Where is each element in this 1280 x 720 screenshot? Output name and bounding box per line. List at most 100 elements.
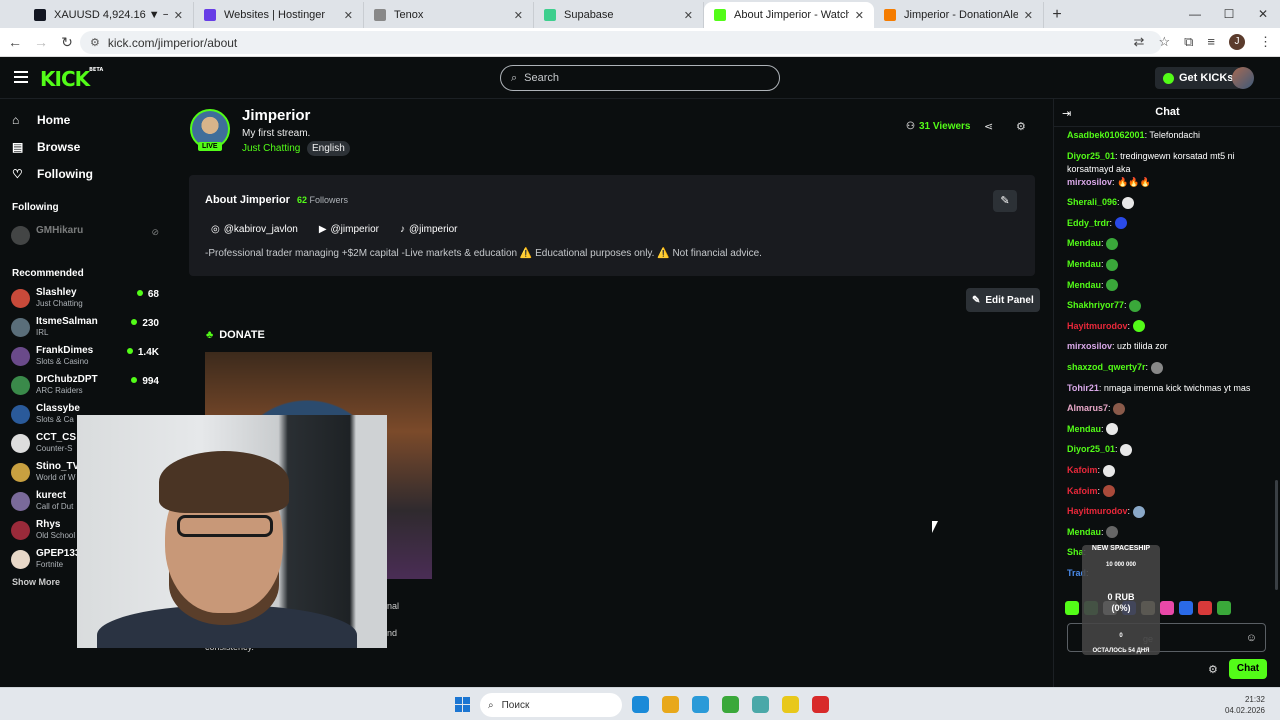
following-channel[interactable]: GMHikaru ⊘ — [0, 221, 172, 250]
taskbar-search[interactable]: ⌕ Поиск — [480, 693, 622, 717]
chat-username[interactable]: Mendau — [1067, 424, 1101, 434]
menu-dots-icon[interactable]: ⋮ — [1259, 34, 1272, 50]
chat-username[interactable]: shaxzod_qwerty7r — [1067, 362, 1146, 372]
get-kicks-button[interactable]: Get KICKs — [1155, 67, 1242, 89]
chat-username[interactable]: Eddy_trdr — [1067, 218, 1110, 228]
browser-tab[interactable]: XAUUSD 4,924.16 ▼ −0.43% U ✕ — [24, 2, 194, 28]
recommended-channel[interactable]: FrankDimes Slots & Casino 1.4K — [0, 342, 172, 371]
menu-hamburger-icon[interactable] — [14, 71, 28, 83]
close-tab-icon[interactable]: ✕ — [1024, 9, 1033, 22]
close-tab-icon[interactable]: ✕ — [684, 9, 693, 22]
edge-icon[interactable] — [632, 696, 649, 713]
chat-username[interactable]: mirxosilov — [1067, 177, 1112, 187]
tiktok-icon: ♪ — [400, 224, 406, 235]
edit-about-button[interactable]: ✎ — [993, 190, 1017, 212]
windows-start-icon[interactable] — [455, 697, 470, 712]
address-bar[interactable]: ⚙ kick.com/jimperior/about — [80, 31, 1162, 54]
close-window-icon[interactable]: ✕ — [1246, 0, 1280, 28]
social-link[interactable]: ◎ @kabirov_javlon — [211, 224, 298, 235]
search-input[interactable]: ⌕ Search — [500, 65, 780, 91]
emote-icon[interactable] — [1217, 601, 1231, 615]
channel-avatar — [11, 347, 30, 366]
user-avatar[interactable] — [1232, 67, 1254, 89]
close-tab-icon[interactable]: ✕ — [514, 9, 523, 22]
send-chat-button[interactable]: Chat — [1229, 659, 1267, 679]
taskbar-clock[interactable]: 21:32 04.02.2026 — [1225, 694, 1265, 716]
recommended-channel[interactable]: ItsmeSalman IRL 230 — [0, 313, 172, 342]
bookmark-star-icon[interactable]: ☆ — [1158, 34, 1170, 50]
profile-avatar[interactable]: J — [1229, 34, 1245, 50]
chat-username[interactable]: Sherali_096 — [1067, 197, 1117, 207]
chat-username[interactable]: Mendau — [1067, 238, 1101, 248]
chat-username[interactable]: Tohir21 — [1067, 383, 1099, 393]
maximize-icon[interactable]: ☐ — [1212, 0, 1246, 28]
close-tab-icon[interactable]: ✕ — [344, 9, 353, 22]
chat-username[interactable]: Hayitmurodov — [1067, 321, 1128, 331]
recommended-channel[interactable]: Slashley Just Chatting 68 — [0, 284, 172, 313]
user-settings-icon[interactable]: ⚙ — [1016, 120, 1026, 133]
youtube-icon: ▶ — [318, 224, 327, 235]
emoji-icon[interactable]: ☺ — [1246, 632, 1257, 644]
chat-text: 🔥🔥🔥 — [1117, 176, 1151, 187]
category-link[interactable]: Just Chatting — [242, 143, 300, 154]
chat-username[interactable]: Shakhriyor77 — [1067, 300, 1124, 310]
forward-icon[interactable]: → — [28, 34, 54, 50]
chat-username[interactable]: Kafoim — [1067, 465, 1098, 475]
app-icon[interactable] — [752, 696, 769, 713]
app-icon[interactable] — [812, 696, 829, 713]
minimize-icon[interactable]: — — [1178, 0, 1212, 28]
language-tag[interactable]: English — [307, 141, 350, 156]
chat-username[interactable]: Diyor25_01 — [1067, 444, 1115, 454]
close-tab-icon[interactable]: ✕ — [855, 9, 864, 22]
media-icon[interactable]: ≡ — [1207, 34, 1215, 50]
sidebar-item-following[interactable]: ♡ Following — [0, 160, 172, 187]
emote-icon[interactable] — [1198, 601, 1212, 615]
telegram-icon[interactable] — [692, 696, 709, 713]
emote-icon — [1106, 526, 1119, 539]
chat-username[interactable]: Kafoim — [1067, 486, 1098, 496]
donate-heading: ♣ DONATE — [206, 329, 265, 341]
extensions-icon[interactable]: ⧉ — [1184, 34, 1193, 50]
social-link[interactable]: ♪ @jimperior — [400, 224, 458, 235]
social-link[interactable]: ▶ @jimperior — [319, 224, 379, 235]
share-icon[interactable]: ⋖ — [984, 120, 993, 133]
chrome-icon[interactable] — [662, 696, 679, 713]
sidebar-item-browse[interactable]: ▤ Browse — [0, 133, 172, 160]
chat-username[interactable]: Diyor25_01 — [1067, 151, 1115, 161]
chat-message: Kafoim: — [1067, 485, 1272, 506]
chat-username[interactable]: mirxosilov — [1067, 341, 1112, 351]
sidebar-item-home[interactable]: ⌂ Home — [0, 106, 172, 133]
translate-icon[interactable]: ⇄ — [1134, 34, 1145, 50]
emote-icon[interactable] — [1179, 601, 1193, 615]
chat-username[interactable]: Mendau — [1067, 259, 1101, 269]
recommended-channel[interactable]: DrChubzDPT ARC Raiders 994 — [0, 371, 172, 400]
goal-raised: 0 RUB — [1107, 592, 1135, 602]
notes-icon[interactable] — [782, 696, 799, 713]
chat-username[interactable]: Almarus7 — [1067, 403, 1108, 413]
chat-username[interactable]: Asadbek01062001 — [1067, 130, 1145, 140]
chat-settings-icon[interactable]: ⚙ — [1208, 663, 1218, 676]
browser-tab[interactable]: Supabase ✕ — [534, 2, 704, 28]
browser-tab[interactable]: About Jimperior - Watch Li ✕ — [704, 2, 874, 28]
emote-icon[interactable] — [1065, 601, 1079, 615]
chat-username[interactable]: Mendau — [1067, 527, 1101, 537]
kick-logo[interactable]: KICKBETA — [40, 67, 103, 91]
search-placeholder: Search — [524, 72, 560, 84]
back-icon[interactable]: ← — [2, 34, 28, 50]
chat-scrollbar[interactable] — [1275, 480, 1278, 590]
chat-username[interactable]: Mendau — [1067, 280, 1101, 290]
browser-tab[interactable]: Jimperior - DonationAlerts ✕ — [874, 2, 1044, 28]
emote-icon[interactable] — [1160, 601, 1174, 615]
about-title: About Jimperior — [205, 194, 290, 206]
chat-username[interactable]: Hayitmurodov — [1067, 506, 1128, 516]
emote-icon — [1122, 196, 1135, 209]
emote-icon — [1120, 443, 1133, 456]
browser-tab[interactable]: Tenox ✕ — [364, 2, 534, 28]
chrome-profile-icon[interactable] — [722, 696, 739, 713]
site-info-icon[interactable]: ⚙ — [90, 36, 100, 49]
browser-tab[interactable]: Websites | Hostinger ✕ — [194, 2, 364, 28]
new-tab-button[interactable]: + — [1044, 2, 1070, 28]
edit-panel-button[interactable]: ✎ Edit Panel — [966, 288, 1040, 312]
close-tab-icon[interactable]: ✕ — [174, 9, 183, 22]
reload-icon[interactable]: ↻ — [54, 34, 80, 51]
